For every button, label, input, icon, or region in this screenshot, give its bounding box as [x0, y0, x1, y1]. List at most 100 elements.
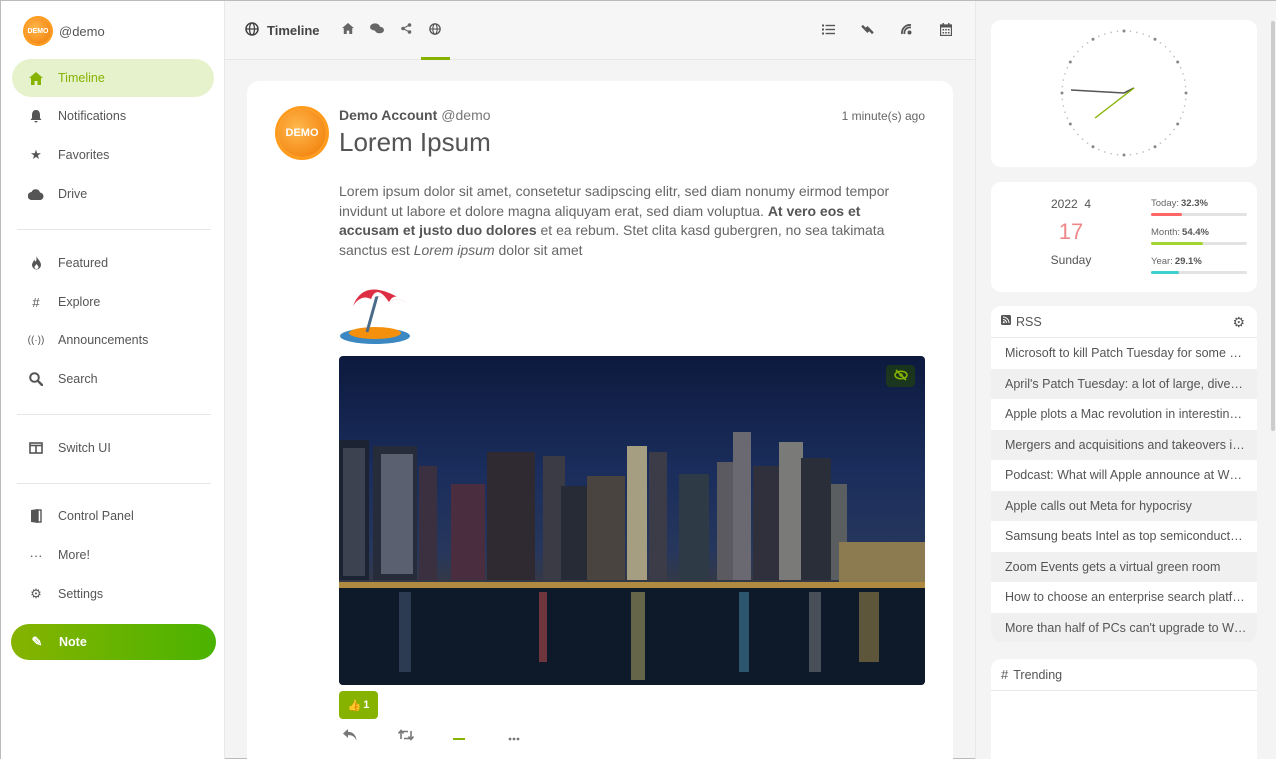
- account-switcher[interactable]: DEMO @demo: [1, 1, 224, 61]
- globe-icon: [245, 21, 259, 39]
- author-name[interactable]: Demo Account: [339, 107, 437, 123]
- note-button-label: Note: [59, 635, 87, 649]
- progress-fill: [1151, 242, 1204, 245]
- channel-button[interactable]: [887, 1, 926, 60]
- note-image[interactable]: [339, 356, 925, 685]
- sidebar-item-label: Drive: [58, 187, 88, 201]
- antenna-button[interactable]: [848, 1, 887, 60]
- calendar-button[interactable]: [926, 1, 965, 60]
- rss-item[interactable]: April's Patch Tuesday: a lot of large, d…: [991, 368, 1257, 399]
- renote-button[interactable]: [394, 725, 449, 747]
- sidebar-item-label: More!: [58, 548, 90, 562]
- clock-tick: [1091, 37, 1095, 41]
- note-actions: [339, 725, 559, 747]
- rss-item[interactable]: How to choose an enterprise search platf…: [991, 582, 1257, 613]
- clock-tick: [1086, 42, 1089, 44]
- sidebar-item-featured[interactable]: Featured: [12, 244, 214, 282]
- progress-fill: [1151, 271, 1179, 274]
- reply-button[interactable]: [339, 725, 394, 747]
- rss-item[interactable]: Apple calls out Meta for hypocrisy: [991, 490, 1257, 521]
- widgets-scrollbar[interactable]: [1271, 21, 1275, 431]
- reaction-count: 1: [363, 699, 370, 711]
- sidebar-item-label: Control Panel: [58, 509, 134, 523]
- sidebar-item-notifications[interactable]: Notifications: [12, 97, 214, 135]
- calendar-widget: 2022 4 17 Sunday Today: 32.3% Month: 54.4%…: [991, 182, 1257, 292]
- calendar-day: 17: [1058, 219, 1084, 244]
- progress-value: 54.4%: [1182, 227, 1209, 238]
- trending-widget: # Trending: [991, 659, 1257, 759]
- rss-header: RSS ⚙: [991, 306, 1257, 338]
- hashtag-icon: #: [1001, 667, 1009, 682]
- sidebar-item-settings[interactable]: ⚙ Settings: [12, 575, 214, 613]
- clock-tick: [1068, 122, 1072, 126]
- rss-item-title: Apple plots a Mac revolution in interest…: [1005, 407, 1247, 422]
- clock-tick: [1110, 31, 1112, 34]
- note-text: Lorem ipsum dolor sit amet, consetetur s…: [339, 182, 919, 260]
- reaction-remove-button[interactable]: [449, 725, 504, 747]
- sidebar-item-switch-ui[interactable]: Switch UI: [12, 429, 214, 467]
- ellipsis-icon: ···: [29, 547, 43, 563]
- eye-slash-icon: [893, 368, 908, 384]
- tab-share[interactable]: [392, 1, 421, 60]
- clock-tick: [1153, 145, 1157, 149]
- more-options-button[interactable]: [504, 725, 559, 747]
- list-button[interactable]: [809, 1, 848, 60]
- clock-tick: [1183, 105, 1186, 107]
- retweet-icon: [397, 728, 415, 744]
- note-timestamp[interactable]: 1 minute(s) ago: [842, 109, 925, 123]
- sidebar-item-label: Timeline: [58, 71, 105, 85]
- satellite-icon: [861, 23, 874, 39]
- rss-item[interactable]: Podcast: What will Apple announce at WWD…: [991, 460, 1257, 491]
- rss-item-title: Samsung beats Intel as top semiconductor…: [1005, 529, 1247, 544]
- bell-icon: [28, 109, 44, 123]
- clock-tick: [1176, 122, 1180, 126]
- gear-icon[interactable]: ⚙: [1232, 314, 1245, 331]
- timeline-tabs: [334, 1, 450, 60]
- sidebar-item-label: Explore: [58, 295, 101, 309]
- sidebar-divider: [17, 229, 211, 230]
- tab-home[interactable]: [334, 1, 363, 60]
- sidebar-item-search[interactable]: Search: [12, 360, 214, 398]
- clock-tick: [1091, 145, 1095, 149]
- satellite-dish-icon: [900, 23, 913, 39]
- clock-tick: [1173, 128, 1175, 131]
- reaction-button[interactable]: 👍 1: [339, 691, 378, 719]
- sidebar-item-more[interactable]: ··· More!: [12, 536, 214, 574]
- note-card: DEMO Demo Account @demo 1 minute(s) ago L…: [247, 81, 953, 759]
- clock-tick: [1182, 73, 1184, 75]
- sidebar-item-explore[interactable]: # Explore: [12, 283, 214, 321]
- sidebar-item-control-panel[interactable]: Control Panel: [12, 497, 214, 535]
- rss-item-title: How to choose an enterprise search platf…: [1005, 590, 1247, 605]
- header-actions: [809, 1, 965, 60]
- hide-sensitive-button[interactable]: [886, 365, 915, 387]
- clock-tick: [1176, 60, 1180, 64]
- sidebar-item-favorites[interactable]: ★ Favorites: [12, 136, 214, 174]
- sidebar-item-label: Favorites: [58, 148, 110, 162]
- progress-bar: [1151, 242, 1247, 245]
- author-avatar[interactable]: DEMO: [278, 109, 326, 157]
- tab-global[interactable]: [420, 1, 450, 60]
- rss-item[interactable]: More than half of PCs can't upgrade to W…: [991, 612, 1257, 642]
- rss-item[interactable]: Zoom Events gets a virtual green room: [991, 551, 1257, 582]
- progress-label: Month:: [1151, 227, 1181, 238]
- sidebar-item-timeline[interactable]: Timeline: [12, 59, 214, 97]
- clock-tick: [1173, 55, 1175, 58]
- rss-item-title: More than half of PCs can't upgrade to W…: [1005, 620, 1247, 635]
- rss-item[interactable]: Microsoft to kill Patch Tuesday for some…: [991, 338, 1257, 369]
- clock-tick: [1061, 98, 1064, 101]
- rss-item[interactable]: Mergers and acquisitions and takeovers i…: [991, 429, 1257, 460]
- clock-tick: [1068, 60, 1072, 64]
- rss-item[interactable]: Samsung beats Intel as top semiconductor…: [991, 521, 1257, 552]
- note-text-part: dolor sit amet: [494, 241, 583, 258]
- note-button[interactable]: ✎ Note: [11, 624, 216, 660]
- clock-tick: [1081, 46, 1084, 48]
- sidebar-item-announcements[interactable]: ((·)) Announcements: [12, 321, 214, 359]
- rss-icon: [1001, 315, 1011, 328]
- rss-item[interactable]: Apple plots a Mac revolution in interest…: [991, 399, 1257, 430]
- analog-clock: [1060, 29, 1188, 157]
- tab-social[interactable]: [363, 1, 392, 60]
- clock-tick: [1169, 133, 1171, 136]
- author-handle[interactable]: @demo: [441, 107, 490, 123]
- sidebar-item-drive[interactable]: Drive: [12, 175, 214, 213]
- clock-widget: [991, 20, 1257, 167]
